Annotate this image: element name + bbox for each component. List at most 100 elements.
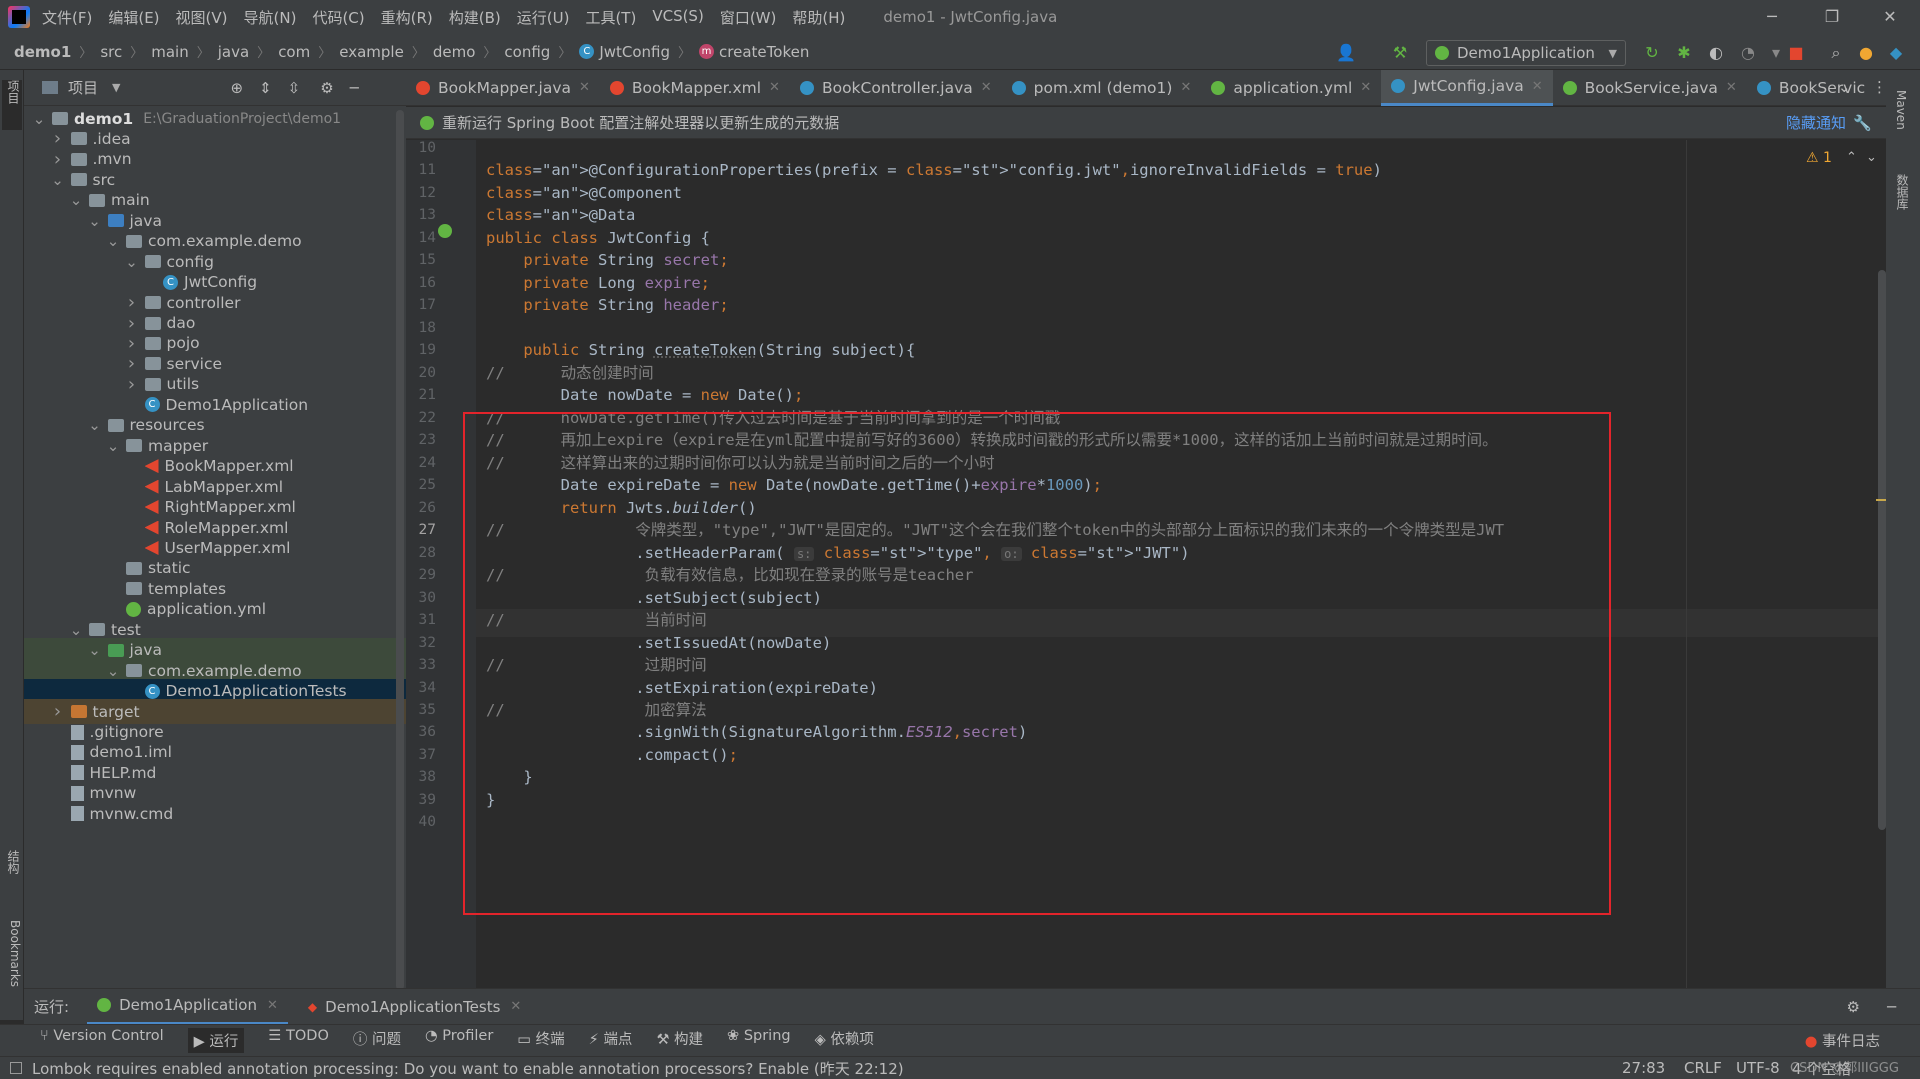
status-square-icon[interactable] xyxy=(10,1062,22,1074)
chevron-down-icon[interactable]: ⌄ xyxy=(51,172,65,187)
tool-window-button[interactable]: ◈ 依赖项 xyxy=(815,1028,874,1053)
tree-item[interactable]: mvnw.cmd xyxy=(24,801,406,826)
hide-panel-icon[interactable]: ─ xyxy=(350,79,359,97)
database-tool-tab[interactable]: 数据库 xyxy=(1894,174,1911,210)
run-configuration-select[interactable]: Demo1Application ▼ xyxy=(1426,40,1626,66)
close-icon[interactable]: ✕ xyxy=(1180,80,1191,95)
chevron-down-icon[interactable]: ⌄ xyxy=(88,418,102,433)
editor-tab[interactable]: BookServic xyxy=(1747,70,1875,106)
chevron-down-icon[interactable]: ⌄ xyxy=(125,254,139,269)
tool-window-button[interactable]: ▭ 终端 xyxy=(517,1028,564,1053)
event-log-button[interactable]: ● 事件日志 xyxy=(1805,1030,1880,1051)
menu-item[interactable]: 编辑(E) xyxy=(108,7,159,28)
breadcrumb-item[interactable]: src xyxy=(100,43,122,61)
stop-icon[interactable]: ■ xyxy=(1786,44,1806,62)
menu-item[interactable]: 导航(N) xyxy=(244,7,297,28)
update-icon[interactable]: ● xyxy=(1856,44,1876,62)
menu-item[interactable]: 文件(F) xyxy=(42,7,92,28)
editor-tab[interactable]: BookMapper.xml ✕ xyxy=(600,70,790,106)
wrench-icon[interactable]: 🔧 xyxy=(1853,114,1872,132)
hide-notification-link[interactable]: 隐藏通知 xyxy=(1786,112,1846,133)
chevron-down-icon[interactable]: ⌄ xyxy=(69,622,83,637)
minimize-icon[interactable]: ─ xyxy=(1744,0,1800,34)
project-tool-tab[interactable]: 项目 xyxy=(2,80,22,130)
gear-icon[interactable]: ⚙ xyxy=(320,79,333,97)
tool-window-button[interactable]: ▶ 运行 xyxy=(187,1028,245,1053)
close-icon[interactable]: ✕ xyxy=(1862,0,1918,34)
hide-panel-icon[interactable]: ─ xyxy=(1887,998,1896,1016)
editor-scrollbar[interactable] xyxy=(1878,270,1886,830)
menu-item[interactable]: VCS(S) xyxy=(652,7,703,28)
breadcrumb-item[interactable]: main xyxy=(151,43,188,61)
menu-item[interactable]: 重构(R) xyxy=(381,7,433,28)
chevron-down-icon[interactable]: ⌄ xyxy=(106,438,120,453)
breadcrumb-item[interactable]: com xyxy=(278,43,310,61)
status-message[interactable]: Lombok requires enabled annotation proce… xyxy=(32,1058,904,1079)
run-tab-app[interactable]: Demo1Application ✕ xyxy=(87,989,288,1025)
locate-icon[interactable]: ⊕ xyxy=(230,79,243,97)
close-icon[interactable]: ✕ xyxy=(1726,80,1737,95)
chevron-down-icon[interactable]: ⌄ xyxy=(32,111,46,126)
editor-tab[interactable]: application.yml ✕ xyxy=(1201,70,1381,106)
tool-window-button[interactable]: ◔ Profiler xyxy=(425,1028,493,1053)
editor-tab[interactable]: JwtConfig.java ✕ xyxy=(1381,69,1553,106)
chevron-down-icon[interactable]: ⌄ xyxy=(1838,78,1851,96)
breadcrumb-item[interactable]: C JwtConfig xyxy=(579,43,670,61)
breadcrumb-item[interactable]: m createToken xyxy=(699,43,809,61)
structure-tool-tab[interactable]: 结构 xyxy=(2,850,22,874)
breadcrumb-item[interactable]: java xyxy=(218,43,249,61)
chevron-down-icon[interactable]: ⌄ xyxy=(69,193,83,208)
menu-item[interactable]: 运行(U) xyxy=(517,7,570,28)
chevron-down-icon[interactable]: ⌄ xyxy=(106,234,120,249)
chevron-down-icon[interactable]: ⌄ xyxy=(106,663,120,678)
close-icon[interactable]: ✕ xyxy=(1360,80,1371,95)
tool-window-button[interactable]: ☰ TODO xyxy=(268,1028,328,1053)
close-icon[interactable]: ✕ xyxy=(510,999,521,1014)
tree-scrollbar[interactable] xyxy=(396,110,404,990)
build-hammer-icon[interactable]: ⚒ xyxy=(1390,44,1410,62)
menu-item[interactable]: 工具(T) xyxy=(585,7,636,28)
rerun-icon[interactable]: ↻ xyxy=(1642,44,1662,62)
toolbox-icon[interactable]: ◆ xyxy=(1886,44,1906,62)
previous-highlight-icon[interactable]: ⌃ xyxy=(1846,150,1857,165)
editor-tab[interactable]: BookController.java ✕ xyxy=(790,70,1002,106)
breadcrumb-item[interactable]: demo xyxy=(433,43,476,61)
bookmarks-tool-tab[interactable]: Bookmarks xyxy=(2,920,22,987)
close-icon[interactable]: ✕ xyxy=(267,998,278,1013)
next-highlight-icon[interactable]: ⌄ xyxy=(1866,150,1877,165)
coverage-icon[interactable]: ◐ xyxy=(1706,44,1726,62)
tool-window-button[interactable]: ⚡ 端点 xyxy=(589,1028,633,1053)
tool-window-button[interactable]: ⚒ 构建 xyxy=(656,1028,703,1053)
editor-tab[interactable]: pom.xml (demo1) ✕ xyxy=(1002,70,1202,106)
tool-window-button[interactable]: ❀ Spring xyxy=(727,1028,791,1053)
close-icon[interactable]: ✕ xyxy=(1532,79,1543,94)
close-icon[interactable]: ✕ xyxy=(769,80,780,95)
chevron-down-icon[interactable]: ⌄ xyxy=(88,643,102,658)
project-panel-title[interactable]: 项目 xyxy=(68,77,98,98)
more-icon[interactable]: ⋮ xyxy=(1872,78,1887,96)
breadcrumb-item[interactable]: config xyxy=(504,43,550,61)
menu-item[interactable]: 代码(C) xyxy=(312,7,364,28)
file-encoding[interactable]: UTF-8 xyxy=(1736,1059,1780,1077)
search-icon[interactable]: ⌕ xyxy=(1826,44,1846,62)
breadcrumb-item[interactable]: demo1 xyxy=(14,43,71,61)
code-line[interactable]: private String header; xyxy=(486,292,728,320)
chevron-down-icon[interactable]: ⌄ xyxy=(88,213,102,228)
menu-item[interactable]: 窗口(W) xyxy=(720,7,777,28)
restore-icon[interactable]: ❐ xyxy=(1804,0,1860,34)
menu-item[interactable]: 帮助(H) xyxy=(792,7,845,28)
chevron-down-icon[interactable]: ▼ xyxy=(112,81,120,94)
debug-icon[interactable]: ✱ xyxy=(1674,44,1694,62)
breadcrumb-item[interactable]: example xyxy=(339,43,404,61)
close-icon[interactable]: ✕ xyxy=(579,80,590,95)
tool-window-button[interactable]: ⑂ Version Control xyxy=(40,1028,164,1053)
editor-tab[interactable]: BookMapper.java ✕ xyxy=(406,70,600,106)
run-tab-tests[interactable]: ◆ Demo1ApplicationTests ✕ xyxy=(298,989,531,1025)
spring-bean-gutter-icon[interactable] xyxy=(438,224,452,238)
line-separator[interactable]: CRLF xyxy=(1684,1059,1722,1077)
maven-tool-tab[interactable]: Maven xyxy=(1894,90,1908,130)
profile-icon[interactable]: ◔ xyxy=(1738,44,1758,62)
editor-tab[interactable]: BookService.java ✕ xyxy=(1553,70,1747,106)
menu-item[interactable]: 视图(V) xyxy=(176,7,228,28)
menu-item[interactable]: 构建(B) xyxy=(449,7,501,28)
